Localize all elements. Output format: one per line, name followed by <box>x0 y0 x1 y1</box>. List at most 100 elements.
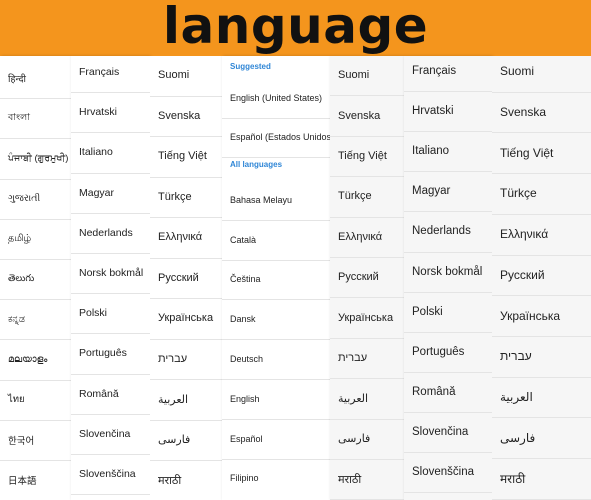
language-option[interactable]: Türkçe <box>492 173 591 214</box>
language-option[interactable]: Català <box>222 220 330 260</box>
language-option[interactable]: English (United States) <box>222 79 330 117</box>
language-option[interactable]: Hrvatski <box>404 91 492 131</box>
language-option[interactable]: 한국어 <box>0 420 71 460</box>
language-label: Română <box>412 385 456 398</box>
language-option[interactable]: Slovenčina <box>71 414 150 454</box>
language-option[interactable]: ਪੰਜਾਬੀ (ਗੁਰਮੁਖੀ) <box>0 138 71 178</box>
language-option[interactable]: العربية <box>492 377 591 418</box>
language-option[interactable]: मराठी <box>492 458 591 499</box>
language-label: Deutsch <box>230 354 264 365</box>
language-option[interactable]: فارسی <box>150 420 222 461</box>
language-option[interactable]: Türkçe <box>150 177 222 218</box>
language-option[interactable]: Русский <box>330 257 404 297</box>
language-option[interactable]: Nederlands <box>404 211 492 251</box>
language-column[interactable]: Français Hrvatski Italiano Magyar Nederlands… <box>404 56 492 500</box>
language-option[interactable]: Deutsch <box>222 339 330 379</box>
language-option[interactable]: मराठी <box>150 460 222 500</box>
language-option[interactable]: Norsk bokmål <box>71 253 150 293</box>
language-option[interactable]: Slovenščina <box>404 452 492 492</box>
language-option[interactable]: Nederlands <box>71 213 150 253</box>
language-option[interactable]: Filipino <box>222 459 330 499</box>
language-column[interactable]: Suggested English (United States) Español … <box>222 56 330 500</box>
language-option[interactable]: Čeština <box>222 260 330 300</box>
language-option[interactable]: فارسی <box>492 417 591 458</box>
language-column[interactable]: Suomi Svenska Tiếng Việt Türkçe Ελληνικά Русс… <box>492 56 591 500</box>
language-label: Ελληνικά <box>158 231 203 244</box>
language-option[interactable]: Italiano <box>404 131 492 171</box>
language-option[interactable]: Svenska <box>150 96 222 137</box>
language-option[interactable]: Português <box>404 332 492 372</box>
language-option[interactable]: 日本語 <box>0 460 71 500</box>
language-option[interactable]: मराठी <box>330 459 404 499</box>
language-option[interactable]: العربية <box>330 378 404 418</box>
language-option[interactable]: Dansk <box>222 299 330 339</box>
language-label: Français <box>79 66 120 79</box>
language-option[interactable]: Polski <box>404 292 492 332</box>
language-option[interactable]: Русский <box>150 258 222 299</box>
language-option[interactable]: فارسی <box>330 419 404 459</box>
language-option[interactable]: Svenska <box>492 92 591 133</box>
language-option[interactable]: עברית <box>150 339 222 380</box>
language-label: العربية <box>338 392 369 405</box>
language-label: Slovenčina <box>79 427 131 440</box>
language-option[interactable]: Slovenščina <box>71 454 150 494</box>
language-option[interactable]: العربية <box>150 379 222 420</box>
language-option[interactable]: Українська <box>150 298 222 339</box>
language-column[interactable]: Suomi Svenska Tiếng Việt Türkçe Ελληνικά Русс… <box>150 56 222 500</box>
language-option[interactable]: ગુજરાતી <box>0 179 71 219</box>
language-option[interactable]: Suomi <box>492 56 591 92</box>
language-option[interactable]: Ελληνικά <box>330 217 404 257</box>
language-option[interactable]: עברית <box>330 338 404 378</box>
banner-title: language <box>162 0 429 55</box>
language-option[interactable]: Tiếng Việt <box>330 136 404 176</box>
language-option[interactable]: Español (Estados Unidos) <box>222 118 330 156</box>
language-label: Norsk bokmål <box>79 267 144 280</box>
language-column[interactable]: Français Hrvatski Italiano Magyar Nederlands… <box>71 56 150 500</box>
language-option[interactable]: Suomi <box>150 56 222 96</box>
language-option[interactable]: Norsk bokmål <box>404 252 492 292</box>
language-option[interactable]: தமிழ் <box>0 219 71 259</box>
language-column[interactable]: Suomi Svenska Tiếng Việt Türkçe Ελληνικά Русс… <box>330 56 404 500</box>
language-option[interactable]: Türkçe <box>330 176 404 216</box>
language-option[interactable]: Українська <box>330 297 404 337</box>
divider <box>222 118 330 119</box>
language-option[interactable]: Slovenčina <box>404 412 492 452</box>
language-option[interactable]: English <box>222 379 330 419</box>
language-option[interactable]: മലയാളം <box>0 339 71 379</box>
language-label: Svenska <box>500 105 547 120</box>
language-option[interactable]: Italiano <box>71 132 150 172</box>
language-option[interactable]: עברית <box>492 336 591 377</box>
language-option[interactable]: Українська <box>492 295 591 336</box>
language-option[interactable]: Magyar <box>71 173 150 213</box>
language-option[interactable]: Español <box>222 419 330 459</box>
language-option[interactable]: ไทย <box>0 380 71 420</box>
language-label: తెలుగు <box>8 272 35 284</box>
language-option[interactable]: Português <box>71 333 150 373</box>
language-option[interactable]: Français <box>404 56 492 91</box>
language-option[interactable]: Svenska <box>330 95 404 135</box>
language-option[interactable]: తెలుగు <box>0 259 71 299</box>
language-option[interactable]: Magyar <box>404 171 492 211</box>
language-option[interactable]: Français <box>71 56 150 92</box>
language-column[interactable]: हिन्दी বাংলা ਪੰਜਾਬੀ (ਗੁਰਮੁਖੀ) ગુજરાતી தமிழ் త… <box>0 56 71 500</box>
language-option[interactable]: Hrvatski <box>71 92 150 132</box>
language-label: Hrvatski <box>79 106 117 119</box>
language-option[interactable]: Suomi <box>330 56 404 95</box>
language-option[interactable]: Română <box>71 374 150 414</box>
language-label: 日本語 <box>8 476 37 488</box>
language-option[interactable]: Tiếng Việt <box>492 132 591 173</box>
language-option[interactable]: Bahasa Melayu <box>222 180 330 220</box>
language-option[interactable]: Русский <box>492 255 591 296</box>
language-option[interactable]: Ελληνικά <box>150 217 222 258</box>
language-option[interactable]: Română <box>404 372 492 412</box>
language-option[interactable]: ಕನ್ನಡ <box>0 299 71 339</box>
language-label: Nederlands <box>412 225 471 238</box>
language-option[interactable]: বাংলা <box>0 98 71 138</box>
language-label: Svenska <box>158 109 201 122</box>
language-option[interactable]: Ελληνικά <box>492 214 591 255</box>
language-label: Українська <box>158 312 214 325</box>
language-option[interactable]: Tiếng Việt <box>150 136 222 177</box>
language-label: ਪੰਜਾਬੀ (ਗੁਰਮੁਖੀ) <box>8 152 69 164</box>
language-option[interactable]: Polski <box>71 293 150 333</box>
language-option[interactable]: हिन्दी <box>0 58 71 98</box>
